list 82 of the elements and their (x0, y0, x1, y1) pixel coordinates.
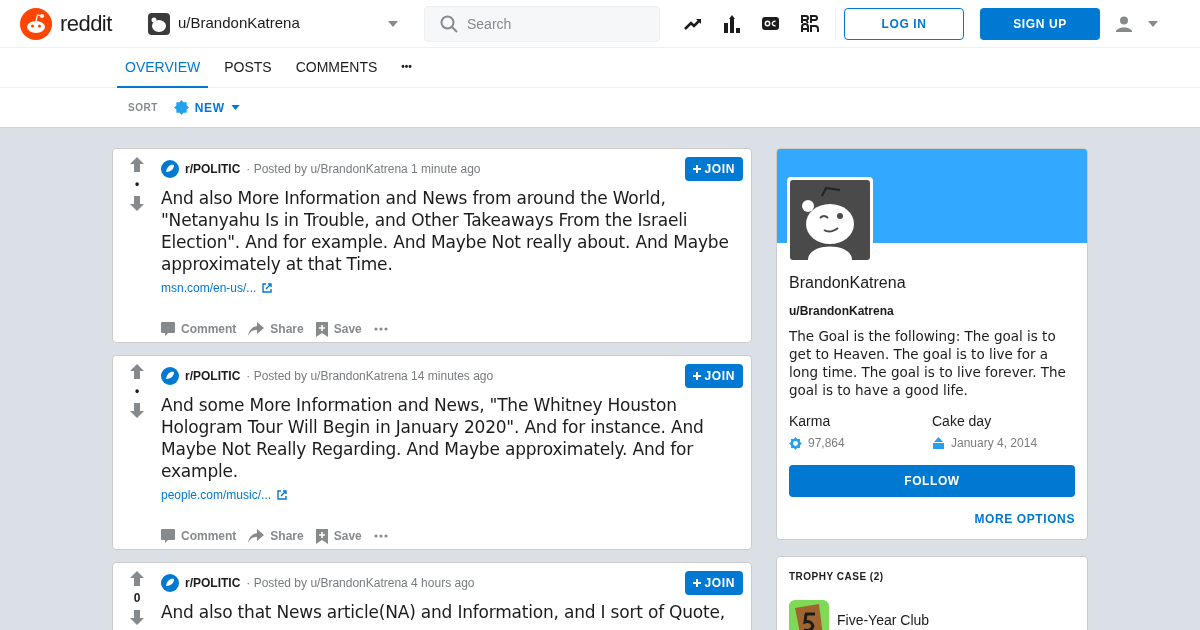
cakeday-value: January 4, 2014 (951, 435, 1038, 451)
subreddit-link[interactable]: r/POLITIC (185, 368, 241, 384)
external-link-icon (277, 490, 288, 500)
upvote-icon[interactable] (130, 571, 144, 586)
avatar-icon (148, 12, 170, 35)
caption-icon[interactable] (762, 17, 779, 30)
bookmark-icon (315, 528, 328, 544)
comment-button[interactable]: Comment (161, 321, 237, 337)
username: u/BrandonKatrena (789, 303, 895, 319)
subreddit-link[interactable]: r/POLITIC (185, 161, 241, 177)
post-byline: · Posted by u/BrandonKatrena 14 minutes ago (246, 368, 495, 384)
broadcast-icon[interactable] (801, 14, 819, 33)
more-options-link[interactable]: MORE OPTIONS (974, 511, 1075, 527)
caret-icon (1148, 20, 1158, 27)
vote-count: • (134, 383, 140, 400)
vote-count: • (134, 176, 140, 193)
trophy-name: Five-Year Club (837, 611, 930, 630)
comment-icon (161, 322, 175, 336)
login-button[interactable]: LOG IN (844, 7, 964, 40)
trophy-case-title: TROPHY CASE (2) (789, 570, 885, 584)
share-arrow-icon (248, 322, 265, 336)
subreddit-icon[interactable] (161, 574, 179, 592)
save-button[interactable]: Save (315, 528, 362, 544)
profile-switcher[interactable]: u/BrandonKatrena (148, 5, 398, 42)
karma-icon (789, 436, 802, 450)
downvote-icon[interactable] (130, 403, 144, 418)
join-button[interactable]: JOIN (684, 364, 743, 388)
more-tab[interactable]: ••• (393, 48, 420, 88)
more-icon[interactable] (373, 327, 388, 331)
display-name: BrandonKatrena (789, 273, 907, 293)
signup-button[interactable]: SIGN UP (980, 7, 1100, 40)
search-field[interactable]: Search (424, 5, 660, 42)
reddit-logo-icon[interactable] (20, 7, 52, 40)
sort-label: SORT (128, 101, 158, 115)
external-link[interactable]: msn.com/en-us/... (161, 280, 273, 296)
save-button[interactable]: Save (315, 321, 362, 337)
cake-icon (932, 437, 945, 449)
subreddit-icon[interactable] (161, 160, 179, 178)
downvote-icon[interactable] (130, 196, 144, 211)
profile-tab[interactable]: POSTS (216, 48, 280, 88)
bar-chart-icon[interactable] (724, 14, 740, 33)
plus-icon (692, 372, 701, 380)
post-card[interactable] (112, 148, 752, 343)
share-button[interactable]: Share (248, 321, 304, 337)
plus-icon (692, 165, 701, 173)
post-byline: · Posted by u/BrandonKatrena 4 hours ago (246, 575, 476, 591)
external-link[interactable]: people.com/music/... (161, 487, 288, 503)
post-card[interactable]: 0 r/POLITIC · Posted by u/BrandonKatrena 4 hours ago JOIN And also that News article(NA) and Information, and I sort of Quote, (112, 562, 752, 630)
post-card[interactable] (112, 355, 752, 550)
post-byline: · Posted by u/BrandonKatrena 1 minute ago (246, 161, 482, 177)
upvote-icon[interactable] (130, 364, 144, 379)
caret-icon (230, 105, 240, 110)
upvote-icon[interactable] (130, 157, 144, 172)
post-title[interactable]: And also More Information and News from around the World, "Netanyahu Is in Trouble, and Other Takeaways From the Israeli Election". And for example. And Maybe Not really about. And Maybe approximately at that Time. (161, 187, 743, 275)
comment-icon (161, 529, 175, 543)
vote-count: 0 (133, 590, 141, 607)
cakeday-label: Cake day (932, 412, 993, 431)
plus-icon (692, 579, 701, 587)
follow-button[interactable]: FOLLOW (789, 465, 1075, 497)
karma-label: Karma (789, 412, 832, 431)
post-title[interactable]: And some More Information and News, "The Whitney Houston Hologram Tour Will Begin in January 2020". And for instance. And Maybe Not Really Regarding. And Maybe approximately. And for example. (161, 394, 743, 482)
post-title[interactable]: And also that News article(NA) and Information, and I sort of Quote, (161, 601, 743, 623)
user-icon (1116, 15, 1132, 32)
share-arrow-icon (248, 529, 265, 543)
subreddit-link[interactable]: r/POLITIC (185, 575, 241, 591)
join-button[interactable]: JOIN (684, 571, 743, 595)
external-link-icon (262, 283, 273, 293)
new-burst-icon (173, 100, 189, 115)
subreddit-icon[interactable] (161, 367, 179, 385)
more-icon[interactable] (373, 534, 388, 538)
comment-button[interactable]: Comment (161, 528, 237, 544)
karma-value: 97,864 (808, 435, 845, 451)
bookmark-icon (315, 321, 328, 337)
downvote-icon[interactable] (130, 610, 144, 625)
join-button[interactable]: JOIN (684, 157, 743, 181)
trophy-icon (789, 600, 829, 630)
profile-tab[interactable]: COMMENTS (287, 48, 386, 88)
reddit-wordmark[interactable]: reddit (60, 7, 112, 40)
sort-dropdown[interactable]: NEW (173, 99, 240, 116)
profile-bio: The Goal is the following: The goal is to get to Heaven. The goal is to live for a long time. The goal is to live forever. The goal is to have a good life. (789, 327, 1067, 399)
caret-icon (388, 20, 398, 27)
share-button[interactable]: Share (248, 528, 304, 544)
